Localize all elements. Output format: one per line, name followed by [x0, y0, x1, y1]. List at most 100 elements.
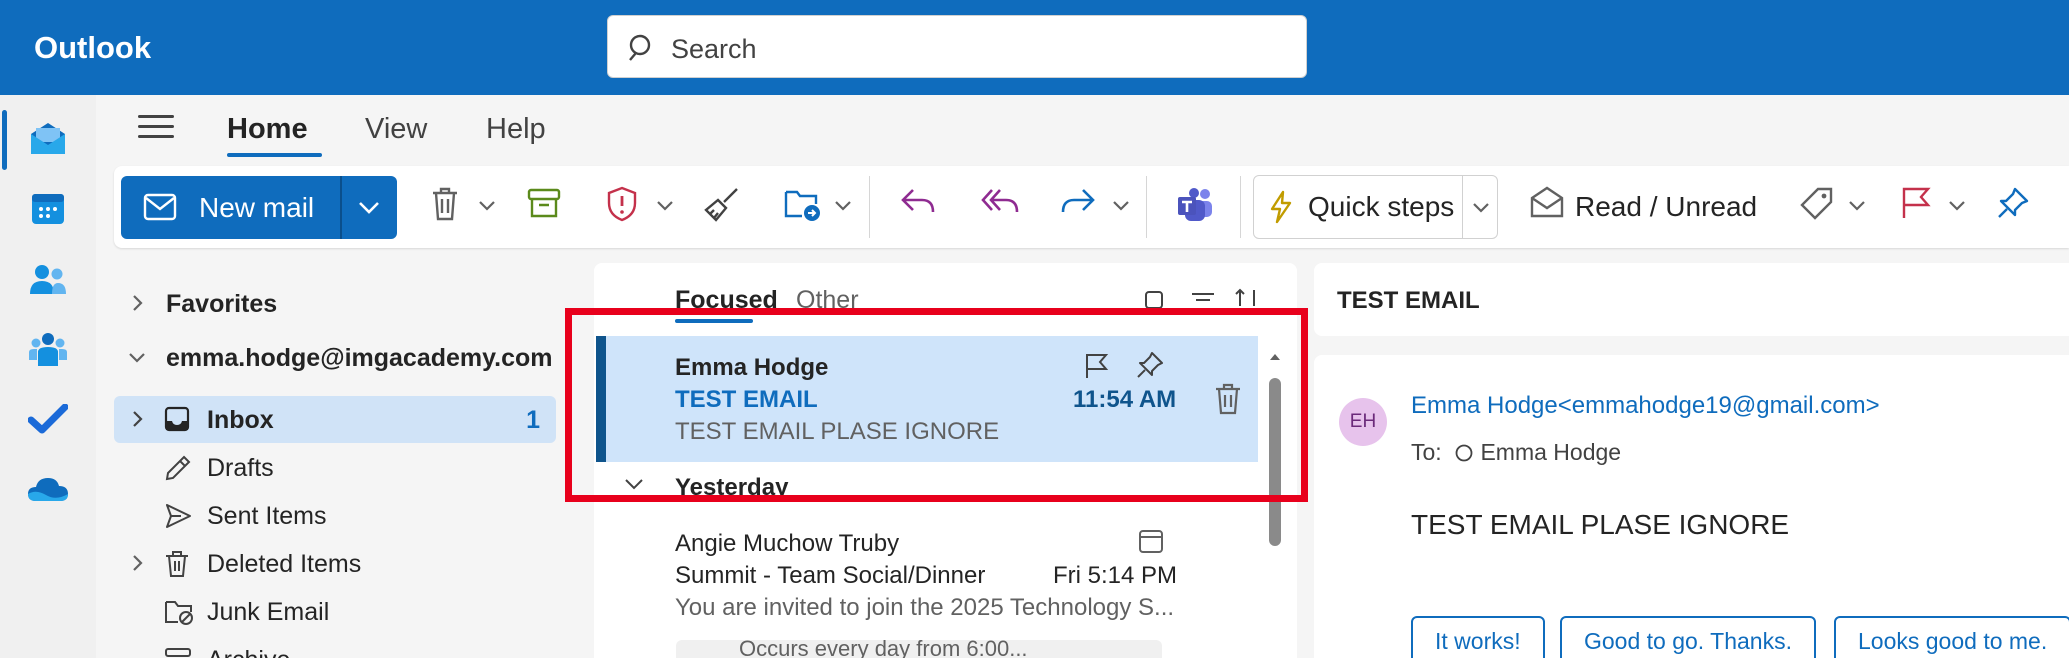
read-unread-button[interactable]: Read / Unread	[1575, 191, 1757, 223]
delete-icon[interactable]	[430, 186, 460, 222]
rail-calendar[interactable]	[0, 174, 96, 244]
quick-reply-button[interactable]: Good to go. Thanks.	[1560, 616, 1816, 658]
rail-groups[interactable]	[0, 314, 96, 384]
pencil-icon	[165, 455, 191, 481]
folder-label: Sent Items	[207, 502, 327, 530]
mail-icon	[31, 123, 65, 154]
rail-mail[interactable]	[0, 104, 96, 174]
quick-steps-chevron-down-icon[interactable]	[1472, 202, 1490, 214]
chevron-right-icon	[133, 411, 143, 427]
search-box[interactable]: Search	[607, 15, 1307, 78]
calendar-event-icon	[1139, 530, 1163, 553]
folder-inbox[interactable]: Inbox 1	[114, 396, 556, 443]
folder-drafts[interactable]: Drafts	[114, 444, 556, 491]
people-icon	[30, 265, 66, 294]
onedrive-cloud-icon	[28, 478, 68, 501]
teams-icon[interactable]	[1176, 187, 1214, 223]
message-preview: You are invited to join the 2025 Technol…	[675, 594, 1175, 621]
message-sender: Angie Muchow Truby	[675, 530, 900, 557]
ribbon-separator	[1240, 176, 1241, 238]
quick-steps-separator	[1462, 176, 1463, 238]
account-header[interactable]: emma.hodge@imgacademy.com	[114, 334, 556, 381]
folder-deleted[interactable]: Deleted Items	[114, 540, 556, 587]
report-shield-icon[interactable]	[606, 186, 638, 222]
favorites-label: Favorites	[166, 290, 278, 318]
new-mail-button[interactable]: New mail	[121, 176, 397, 239]
chevron-right-icon	[133, 555, 143, 571]
favorites-header[interactable]: Favorites	[114, 280, 556, 327]
report-chevron-down-icon[interactable]	[656, 200, 674, 212]
tab-view[interactable]: View	[365, 113, 427, 146]
rail-onedrive[interactable]	[0, 454, 96, 524]
sender-name[interactable]: Emma Hodge<emmahodge19@gmail.com>	[1411, 392, 1880, 420]
forward-chevron-down-icon[interactable]	[1112, 200, 1130, 212]
highlight-box	[565, 308, 1308, 502]
new-mail-label: New mail	[199, 192, 315, 223]
send-icon	[166, 504, 191, 528]
chevron-down-icon[interactable]	[357, 198, 381, 216]
mail-outline-icon	[143, 193, 177, 221]
reply-all-icon[interactable]	[980, 186, 1020, 216]
app-title[interactable]: Outlook	[34, 30, 151, 66]
inbox-icon	[164, 406, 190, 432]
archive-icon[interactable]	[527, 186, 561, 220]
ribbon-separator	[1146, 176, 1147, 238]
unread-count: 1	[526, 406, 540, 434]
avatar[interactable]: EH	[1339, 398, 1387, 446]
filter-icon[interactable]	[1190, 292, 1216, 306]
tag-chevron-down-icon[interactable]	[1848, 200, 1866, 212]
junk-folder-icon	[165, 601, 193, 625]
reply-icon[interactable]	[900, 186, 936, 216]
lightning-icon	[1270, 190, 1292, 224]
folder-label: Deleted Items	[207, 550, 362, 578]
flag-chevron-down-icon[interactable]	[1948, 200, 1966, 212]
chevron-right-icon	[133, 295, 143, 311]
delete-chevron-down-icon[interactable]	[478, 200, 496, 212]
quick-reply-button[interactable]: It works!	[1411, 616, 1545, 658]
calendar-icon	[32, 194, 64, 224]
rail-people[interactable]	[0, 244, 96, 314]
to-label: To:	[1411, 439, 1442, 465]
tab-help[interactable]: Help	[486, 113, 546, 146]
todo-check-icon	[28, 404, 68, 434]
sort-icon[interactable]	[1234, 288, 1260, 306]
reading-subject: TEST EMAIL	[1337, 287, 1480, 314]
pin-icon[interactable]	[1996, 186, 2030, 220]
recipient-name[interactable]: Emma Hodge	[1480, 439, 1621, 465]
tag-icon[interactable]	[1800, 186, 1834, 220]
search-input[interactable]: Search	[671, 34, 757, 65]
tab-home-underline	[227, 153, 322, 157]
rail-todo[interactable]	[0, 384, 96, 454]
hamburger-menu-icon[interactable]	[138, 113, 174, 141]
envelope-open-icon[interactable]	[1530, 186, 1564, 218]
flag-icon[interactable]	[1900, 186, 1932, 220]
message-time: Fri 5:14 PM	[1053, 562, 1178, 589]
folder-junk[interactable]: Junk Email	[114, 588, 556, 635]
ribbon-separator	[869, 176, 870, 238]
folder-label: Drafts	[207, 454, 274, 482]
forward-icon[interactable]	[1060, 186, 1096, 216]
folder-label: Junk Email	[207, 598, 330, 626]
move-to-folder-icon[interactable]	[784, 186, 822, 222]
move-chevron-down-icon[interactable]	[834, 200, 852, 212]
quick-steps-label: Quick steps	[1308, 191, 1455, 222]
tab-home[interactable]: Home	[227, 113, 308, 146]
folder-archive[interactable]: Archive	[114, 636, 556, 658]
meeting-recurrence: Occurs every day from 6:00...	[739, 636, 1028, 658]
message-subject: Summit - Team Social/Dinner	[675, 562, 986, 589]
trash-icon	[166, 551, 188, 577]
folder-label: Archive	[207, 646, 290, 658]
folder-sent[interactable]: Sent Items	[114, 492, 556, 539]
select-checkbox-icon[interactable]	[1144, 290, 1166, 308]
search-icon	[629, 34, 651, 61]
groups-icon	[29, 333, 67, 366]
top-bar: Outlook Search	[0, 0, 2069, 95]
chevron-down-icon	[129, 353, 145, 363]
sweep-broom-icon[interactable]	[704, 186, 740, 222]
account-label: emma.hodge@imgacademy.com	[166, 344, 553, 372]
presence-status-icon	[1455, 444, 1473, 462]
recipient-line: To: Emma Hodge	[1411, 439, 1621, 466]
folder-pane: Favorites emma.hodge@imgacademy.com Inbo…	[114, 270, 574, 658]
quick-reply-button[interactable]: Looks good to me.	[1834, 616, 2069, 658]
folder-label: Inbox	[207, 406, 274, 434]
